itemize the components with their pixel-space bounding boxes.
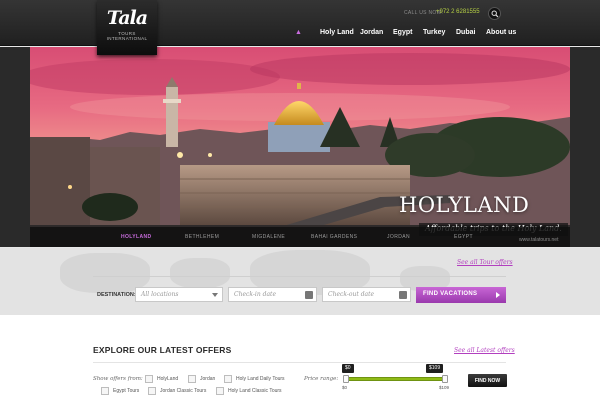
- checkin-date-input[interactable]: Check-in date: [228, 287, 317, 302]
- slider-max-label: $109: [439, 385, 450, 390]
- filter-label: Jordan: [200, 376, 216, 382]
- price-max-handle[interactable]: [442, 375, 448, 383]
- hero-right-frame: [570, 47, 600, 247]
- nav-item-dubai[interactable]: Dubai: [456, 29, 475, 36]
- filter-label: Egypt Tours: [113, 388, 140, 394]
- find-now-button[interactable]: FIND NOW: [468, 374, 507, 387]
- nav-item-turkey[interactable]: Turkey: [423, 29, 445, 36]
- slide-tab-bethlehem[interactable]: BETHLEHEM: [185, 234, 219, 240]
- logo[interactable]: Tala TOURS INTERNATIONAL: [97, 0, 157, 55]
- search-icon: [491, 10, 499, 18]
- checkbox[interactable]: [224, 375, 232, 383]
- slider-tabs: HOLYLAND BETHLEHEM MIGDALENE BAHAI GARDE…: [30, 227, 570, 247]
- checkin-placeholder: Check-in date: [234, 291, 276, 298]
- slide-tab-jordan[interactable]: JORDAN: [387, 234, 410, 240]
- search-button[interactable]: [488, 7, 501, 20]
- nav-item-jordan[interactable]: Jordan: [360, 29, 383, 36]
- jerusalem-skyline-image: [30, 53, 570, 247]
- filter-label: Holy Land Classic Tours: [228, 388, 282, 394]
- price-min-handle[interactable]: [343, 375, 349, 383]
- slider-min-label: $0: [342, 385, 348, 390]
- offers-section: [0, 315, 600, 400]
- checkbox[interactable]: [101, 387, 109, 395]
- hero-left-frame: [0, 47, 30, 247]
- chevron-down-icon: [212, 293, 218, 297]
- logo-subtitle: TOURS INTERNATIONAL: [106, 31, 148, 41]
- filter-label: Holy Land Daily Tours: [236, 376, 285, 382]
- filter-checkbox-holy-land-classic-tours[interactable]: Holy Land Classic Tours: [216, 387, 291, 396]
- find-vacations-label: FIND VACATIONS: [423, 291, 478, 297]
- location-value: All locations: [141, 291, 179, 298]
- filter-checkbox-jordan-classic-tours[interactable]: Jordan Classic Tours: [148, 387, 218, 396]
- slide-tab-bahai-gardens[interactable]: BAHAI GARDENS: [311, 234, 357, 240]
- see-all-latest-offers-link[interactable]: See all Latest offers: [454, 347, 515, 354]
- hero-credit: www.talatours.net: [519, 237, 559, 243]
- filter-checkbox-egypt-tours[interactable]: Egypt Tours: [101, 387, 151, 396]
- nav-item-holy-land[interactable]: Holy Land: [320, 29, 354, 36]
- calendar-icon[interactable]: [305, 291, 313, 299]
- price-range-slider[interactable]: [344, 377, 448, 381]
- home-icon[interactable]: ▲: [295, 29, 302, 36]
- slide-tab-holyland[interactable]: HOLYLAND: [121, 234, 152, 240]
- site-header: Tala TOURS INTERNATIONAL CALL US NOW: +9…: [0, 0, 600, 55]
- divider: [93, 362, 506, 363]
- price-max-tag: $109: [426, 364, 444, 373]
- offers-title: EXPLORE OUR LATEST OFFERS: [93, 345, 232, 355]
- hero-slider[interactable]: HOLYLAND Affordable trips to the Holy La…: [30, 47, 570, 247]
- checkbox[interactable]: [148, 387, 156, 395]
- show-offers-label: Show offers from:: [93, 376, 143, 382]
- filter-checkbox-holy-land-daily-tours[interactable]: Holy Land Daily Tours: [224, 375, 294, 384]
- logo-text: Tala: [106, 7, 148, 29]
- see-all-tour-offers-link[interactable]: See all Tour offers: [457, 259, 513, 266]
- arrow-right-icon: [496, 292, 500, 298]
- checkbox[interactable]: [145, 375, 153, 383]
- checkbox[interactable]: [216, 387, 224, 395]
- destination-label: DESTINATION:: [97, 292, 136, 298]
- divider: [93, 276, 506, 277]
- phone-number[interactable]: +972 2 6281555: [436, 9, 480, 15]
- location-select[interactable]: All locations: [135, 287, 223, 302]
- find-vacations-button[interactable]: FIND VACATIONS: [416, 287, 506, 303]
- price-min-tag: $0: [342, 364, 354, 373]
- price-range-label: Price range:: [304, 376, 339, 382]
- slide-tab-egypt[interactable]: EGYPT: [454, 234, 473, 240]
- hero-title: HOLYLAND: [399, 193, 530, 217]
- filter-checkbox-jordan[interactable]: Jordan: [188, 375, 228, 384]
- nav-item-about-us[interactable]: About us: [486, 29, 516, 36]
- slide-tab-migdalene[interactable]: MIGDALENE: [252, 234, 285, 240]
- nav-item-egypt[interactable]: Egypt: [393, 29, 412, 36]
- calendar-icon[interactable]: [399, 291, 407, 299]
- checkout-placeholder: Check-out date: [328, 291, 375, 298]
- page: Tala TOURS INTERNATIONAL CALL US NOW: +9…: [0, 0, 600, 400]
- filter-label: HolyLand: [157, 376, 179, 382]
- checkout-date-input[interactable]: Check-out date: [322, 287, 411, 302]
- checkbox[interactable]: [188, 375, 196, 383]
- world-map-decoration: [170, 258, 230, 288]
- filter-label: Jordan Classic Tours: [160, 388, 207, 394]
